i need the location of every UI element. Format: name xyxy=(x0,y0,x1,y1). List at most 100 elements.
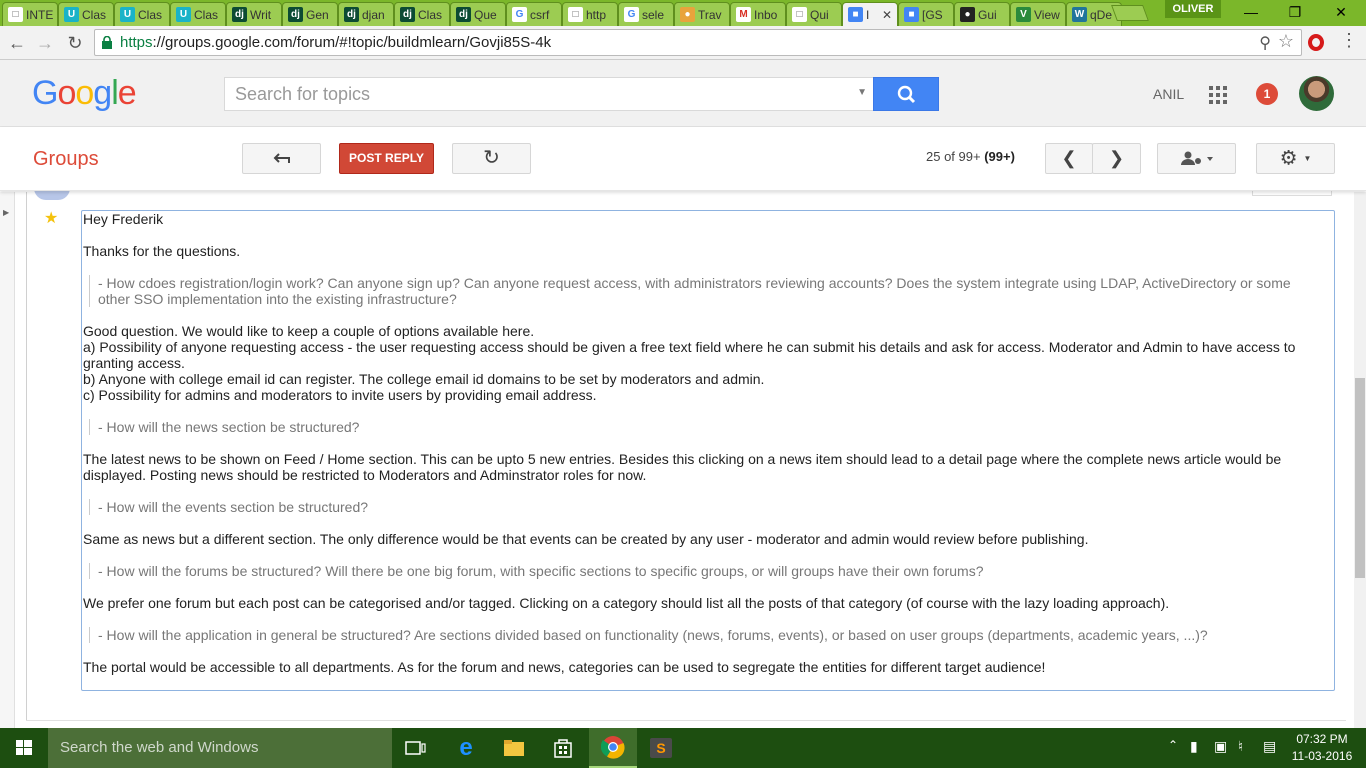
restore-icon[interactable]: ❐ xyxy=(1272,0,1318,26)
browser-tab[interactable]: U Clas xyxy=(114,2,170,26)
thanks-line: Thanks for the questions. xyxy=(83,243,241,259)
scroll-thumb[interactable] xyxy=(1355,378,1365,578)
page-icon: □ xyxy=(568,7,583,22)
browser-tab[interactable]: dj djan xyxy=(338,2,394,26)
browser-tab[interactable]: dj Writ xyxy=(226,2,282,26)
favorite-star-icon[interactable]: ★ xyxy=(44,208,58,228)
browser-tab[interactable]: ■ I ✕ xyxy=(842,2,898,26)
post-message: Hey Frederik Thanks for the questions. -… xyxy=(81,210,1335,691)
user-name[interactable]: ANIL xyxy=(1153,86,1184,102)
start-button[interactable] xyxy=(0,728,48,768)
store-icon[interactable] xyxy=(539,728,587,768)
back-to-topics-button[interactable] xyxy=(242,143,321,174)
opera-extension-icon[interactable] xyxy=(1308,34,1324,51)
udemy-icon: U xyxy=(176,7,191,22)
answer-text: The portal would be accessible to all de… xyxy=(83,659,1046,675)
search-button[interactable] xyxy=(873,77,939,111)
profile-badge[interactable]: OLIVER xyxy=(1165,0,1221,18)
google-icon: G xyxy=(512,7,527,22)
browser-tab[interactable]: V View xyxy=(1010,2,1066,26)
forward-arrow-icon[interactable]: → xyxy=(32,30,58,56)
browser-tab[interactable]: ● Trav xyxy=(674,2,730,26)
browser-tab[interactable]: dj Gen xyxy=(282,2,338,26)
browser-tab[interactable]: □ http xyxy=(562,2,618,26)
chrome-menu-icon[interactable]: ⋮ xyxy=(1340,30,1358,51)
browser-tab[interactable]: dj Clas xyxy=(394,2,450,26)
udemy-icon: U xyxy=(120,7,135,22)
wordpress-icon: W xyxy=(1072,7,1087,22)
browser-tab[interactable]: Gsele xyxy=(618,2,674,26)
github-icon: ● xyxy=(960,7,975,22)
network-icon[interactable]: ▣ xyxy=(1214,738,1227,755)
divider xyxy=(26,720,1346,721)
edge-browser-icon[interactable]: e xyxy=(442,728,490,768)
post-reply-button[interactable]: POST REPLY xyxy=(339,143,434,174)
page-scrollbar[interactable] xyxy=(1354,192,1366,728)
expand-arrow-icon[interactable]: ▶ xyxy=(3,208,9,217)
groups-icon: ■ xyxy=(848,7,863,22)
browser-tab[interactable]: U Clas xyxy=(170,2,226,26)
bookmark-star-icon[interactable]: ☆ xyxy=(1278,31,1294,52)
prev-topic-button[interactable]: ❮ xyxy=(1045,143,1093,174)
browser-toolbar: ← → ↻ https://groups.google.com/forum/#!… xyxy=(0,26,1366,60)
browser-tab[interactable]: ■ [GS xyxy=(898,2,954,26)
groups-title[interactable]: Groups xyxy=(33,148,99,171)
member-settings-button[interactable] xyxy=(1157,143,1236,174)
lock-icon xyxy=(102,36,112,49)
greeting: Hey Frederik xyxy=(83,211,164,227)
browser-tab[interactable]: dj Que xyxy=(450,2,506,26)
sublime-text-icon[interactable]: S xyxy=(637,728,685,768)
travel-icon: ● xyxy=(680,7,695,22)
search-options-caret-icon[interactable]: ▼ xyxy=(857,87,867,98)
zoom-icon[interactable]: ⚲ xyxy=(1259,33,1271,53)
answer-line: Good question. We would like to keep a c… xyxy=(83,323,535,339)
tab-label: Inbo xyxy=(754,7,778,22)
tab-label: Clas xyxy=(138,7,163,22)
show-hidden-icons-icon[interactable]: ⌃ xyxy=(1168,738,1178,752)
chrome-taskbar-icon[interactable] xyxy=(589,728,637,768)
reload-icon[interactable]: ↻ xyxy=(62,30,88,56)
clock-date[interactable]: 11-03-2016 xyxy=(1290,749,1354,763)
volume-icon[interactable]: ♮ xyxy=(1238,738,1243,755)
browser-tab[interactable]: □ Qui xyxy=(786,2,842,26)
windows-taskbar: Search the web and Windows e S ⌃ ▮ ▣ ♮ ▤… xyxy=(0,728,1366,768)
browser-tab[interactable]: □ INTE xyxy=(2,2,58,26)
new-tab-button[interactable] xyxy=(1111,5,1149,21)
django-icon: dj xyxy=(344,7,359,22)
browser-tab[interactable]: M Inbo xyxy=(730,2,786,26)
close-window-icon[interactable]: ✕ xyxy=(1318,0,1364,26)
search-box[interactable]: ▼ xyxy=(224,77,874,111)
google-icon: G xyxy=(624,7,639,22)
notification-badge[interactable]: 1 xyxy=(1256,83,1278,105)
tab-label: Qui xyxy=(810,7,829,22)
search-input[interactable] xyxy=(225,78,825,110)
answer-block: Good question. We would like to keep a c… xyxy=(83,323,1334,403)
apps-grid-icon[interactable] xyxy=(1209,86,1227,104)
gmail-icon: M xyxy=(736,7,751,22)
taskbar-search-box[interactable]: Search the web and Windows xyxy=(48,728,392,768)
minimize-icon[interactable]: — xyxy=(1228,0,1274,26)
browser-tab[interactable]: ● Gui xyxy=(954,2,1010,26)
tab-label: Gen xyxy=(306,7,329,22)
browser-tab[interactable]: Gcsrf xyxy=(506,2,562,26)
avatar[interactable] xyxy=(1299,76,1334,111)
google-logo[interactable]: Google xyxy=(32,74,137,113)
next-topic-button[interactable]: ❯ xyxy=(1092,143,1141,174)
answer-text: Same as news but a different section. Th… xyxy=(83,531,1089,547)
close-tab-icon[interactable]: ✕ xyxy=(882,8,892,22)
browser-tab[interactable]: U Clas xyxy=(58,2,114,26)
clock-time[interactable]: 07:32 PM xyxy=(1290,732,1354,746)
refresh-button[interactable]: ↻ xyxy=(452,143,531,174)
answer-line: b) Anyone with college email id can regi… xyxy=(83,371,765,387)
address-bar[interactable]: https://groups.google.com/forum/#!topic/… xyxy=(94,29,1302,56)
left-collapse-strip[interactable]: ▶ xyxy=(0,192,15,728)
groups-icon: ■ xyxy=(904,7,919,22)
file-explorer-icon[interactable] xyxy=(490,728,538,768)
tab-label: View xyxy=(1034,7,1060,22)
settings-button[interactable]: ⚙ ▼ xyxy=(1256,143,1335,174)
battery-icon[interactable]: ▮ xyxy=(1190,738,1198,755)
back-arrow-icon[interactable]: ← xyxy=(4,30,30,56)
task-view-icon[interactable] xyxy=(392,728,440,768)
tab-label: http xyxy=(586,7,607,22)
action-center-icon[interactable]: ▤ xyxy=(1263,738,1276,755)
